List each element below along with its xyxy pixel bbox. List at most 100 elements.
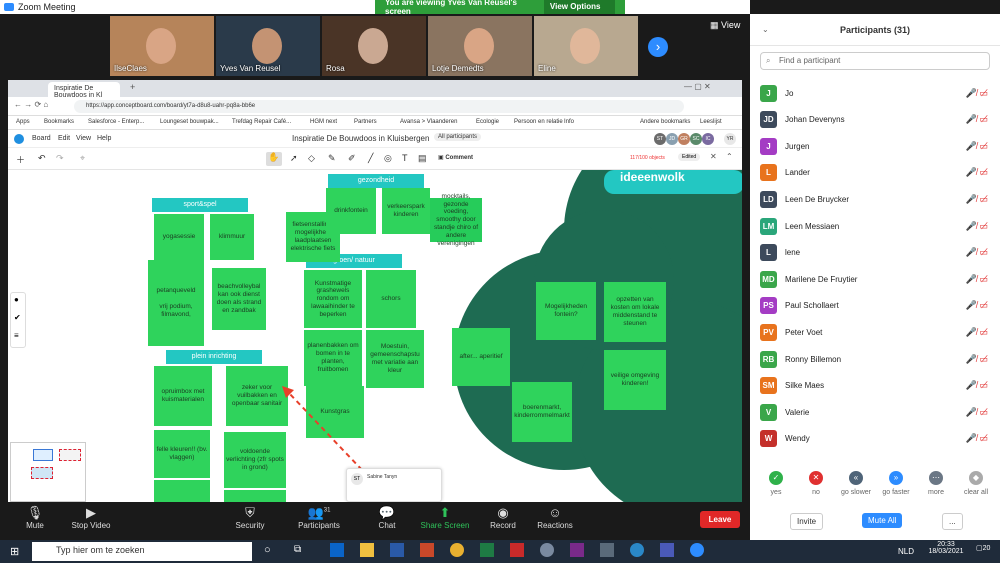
chrome-icon[interactable]	[450, 543, 464, 557]
nav-arrows-icon[interactable]: ← → ⟳ ⌂	[14, 100, 48, 109]
select-tool-icon[interactable]: ➚	[290, 153, 298, 164]
sticky-note[interactable]: opruimbox met kuismaterialen	[154, 366, 212, 426]
comment-card[interactable]: ST Sabine Tanyn	[346, 468, 442, 502]
participant-row[interactable]: LD Leen De Bruycker 🎤̸ ▭̸	[760, 186, 990, 212]
bookmark-item[interactable]: Avansa > Vlaanderen	[400, 119, 457, 125]
participant-row[interactable]: RB Ronny Billemon 🎤̸ ▭̸	[760, 346, 990, 372]
menu-view[interactable]: View	[76, 135, 91, 142]
participant-row[interactable]: JD Johan Devenyns 🎤̸ ▭̸	[760, 107, 990, 133]
powerpoint-icon[interactable]	[420, 543, 434, 557]
next-page-button[interactable]: ›	[648, 37, 668, 57]
list-icon[interactable]: ≡	[14, 331, 19, 340]
browser-tab[interactable]: Inspiratie De Bouwdoos in Kl	[48, 82, 120, 99]
video-thumb[interactable]: Rosa	[322, 16, 426, 76]
header-sport-spel[interactable]: sport&spel	[152, 198, 248, 212]
reaction-go-slower[interactable]: « go slower	[836, 471, 876, 496]
menu-board[interactable]: Board	[32, 135, 51, 142]
bookmark-item[interactable]: Leeslijst	[700, 119, 722, 125]
reactions-button[interactable]: ☺ Reactions	[520, 505, 590, 530]
add-icon[interactable]: ＋	[16, 153, 25, 166]
notification-icon[interactable]: ▢20	[976, 544, 990, 552]
sticky-note[interactable]: beachvolleybal kan ook dienst doen als s…	[212, 268, 266, 330]
security-button[interactable]: ⛨ Security	[215, 505, 285, 530]
eraser-icon[interactable]: ◇	[308, 153, 315, 164]
language-indicator[interactable]: NLD	[898, 547, 914, 556]
sticky-note[interactable]: felle kleuren!! (bv. vlaggen)	[154, 430, 210, 478]
sticky-note[interactable]: verkeerspark kinderen	[382, 188, 430, 234]
ideeenwolk-header[interactable]: ideeenwolk	[620, 170, 685, 184]
comment-button[interactable]: ▣ Comment	[438, 154, 473, 161]
participant-row[interactable]: PV Peter Voet 🎤̸ ▭̸	[760, 319, 990, 345]
avatar[interactable]: IC	[702, 133, 714, 145]
bookmark-item[interactable]: Persoon en relatie	[514, 119, 563, 125]
participant-row[interactable]: L Lander 🎤̸ ▭̸	[760, 160, 990, 186]
word-icon[interactable]	[390, 543, 404, 557]
sticky-note[interactable]: planenbakken om bomen in te planten, fru…	[304, 330, 362, 386]
line-icon[interactable]: ╱	[368, 153, 373, 164]
minimap[interactable]	[10, 442, 86, 502]
bookmark-item[interactable]: Andere bookmarks	[640, 119, 690, 125]
collapse-chevron-icon[interactable]: ⌄	[762, 25, 769, 34]
taskbar-search-input[interactable]: Typ hier om te zoeken	[32, 542, 252, 561]
bookmark-item[interactable]: Bookmarks	[44, 119, 74, 125]
board-canvas[interactable]: ideeenwolk sport&spel gezondheid groen/ …	[8, 170, 742, 502]
photos-icon[interactable]	[540, 543, 554, 557]
url-input[interactable]: https://app.conceptboard.com/board/yt7a-…	[74, 100, 684, 113]
menu-help[interactable]: Help	[97, 135, 111, 142]
shape-icon[interactable]: ◎	[384, 153, 392, 164]
bookmark-item[interactable]: Trefdag Repair Café...	[232, 119, 291, 125]
clock[interactable]: 20:33 18/03/2021	[928, 541, 964, 555]
participant-row[interactable]: Llene 🎤̸ ▭̸	[760, 240, 990, 266]
participant-row[interactable]: V Valerie 🎤̸ ▭̸	[760, 399, 990, 425]
dashed-arrow[interactable]	[278, 384, 368, 476]
reaction-go-faster[interactable]: » go faster	[876, 471, 916, 496]
sticky-note[interactable]: Mogelijkheden fontein?	[536, 282, 596, 340]
acrobat-icon[interactable]	[510, 543, 524, 557]
video-thumb[interactable]: Eline	[534, 16, 638, 76]
header-gezondheid[interactable]: gezondheid	[328, 174, 424, 188]
bookmark-item[interactable]: Partners	[354, 119, 377, 125]
mute-all-button[interactable]: Mute All	[862, 513, 903, 528]
find-participant-input[interactable]: Find a participant	[760, 52, 990, 70]
pen-icon[interactable]: ✎	[328, 153, 336, 164]
sticky-note[interactable]: mocktails, gezonde voeding, smoothy door…	[430, 193, 482, 247]
hand-tool-icon[interactable]: ✋	[266, 152, 282, 166]
sticky-note[interactable]: schors	[366, 270, 416, 328]
bookmark-item[interactable]: Ecologie	[476, 119, 499, 125]
wifi-app-icon[interactable]	[630, 543, 644, 557]
video-thumb[interactable]: IlseClaes	[110, 16, 214, 76]
avatar[interactable]: ST	[654, 133, 666, 145]
cortana-icon[interactable]: ○	[264, 544, 271, 556]
view-options-button[interactable]: View Options ⌄	[543, 0, 615, 25]
all-participants-chip[interactable]: All participants	[434, 133, 482, 141]
marker-icon[interactable]: ✐	[348, 153, 356, 164]
sticky-note[interactable]: after... aperitief	[452, 328, 510, 386]
sticky-note[interactable]: drinkfontein	[326, 188, 376, 234]
collapse-icon[interactable]: ⌃	[726, 152, 733, 161]
check-icon[interactable]: ✔	[14, 313, 21, 322]
onenote-icon[interactable]	[570, 543, 584, 557]
close-icon[interactable]: ✕	[710, 152, 717, 161]
excel-icon[interactable]	[480, 543, 494, 557]
sticky-note[interactable]: boerenmarkt, kinderrommelmarkt	[512, 382, 572, 442]
bookmark-item[interactable]: Loungeset bouwpak...	[160, 119, 219, 125]
video-thumb[interactable]: Lotje Demedts	[428, 16, 532, 76]
sticky-note[interactable]: petanqueveld vrij podium, filmavond,	[148, 260, 204, 346]
sticky-note[interactable]: Moestuin, gemeenschapstu met variatie aa…	[366, 330, 424, 388]
participant-row[interactable]: PS Paul Schollaert 🎤̸ ▭̸	[760, 293, 990, 319]
participants-button[interactable]: 👥31 Participants	[284, 505, 354, 530]
redo-icon[interactable]: ↷	[56, 153, 64, 164]
bookmark-item[interactable]: Apps	[16, 119, 30, 125]
reaction-no[interactable]: ✕ no	[796, 471, 836, 496]
participant-row[interactable]: W Wendy 🎤̸ ▭̸	[760, 426, 990, 452]
sticky-note[interactable]: Kunstmatige grashewels rondom om lawaaih…	[304, 270, 362, 328]
participant-row[interactable]: J Jo 🎤̸ ▭̸	[760, 80, 990, 106]
sticky-note[interactable]: veilige omgeving kinderen!	[604, 350, 666, 410]
windows-start-icon[interactable]: ⊞	[10, 545, 19, 558]
window-controls[interactable]: — ▢ ✕	[684, 82, 711, 91]
participant-row[interactable]: LM Leen Messiaen 🎤̸ ▭̸	[760, 213, 990, 239]
avatar[interactable]: SC	[690, 133, 702, 145]
bookmark-item[interactable]: HGM next	[310, 119, 337, 125]
stop-video-button[interactable]: ▶ Stop Video	[56, 505, 126, 530]
sticky-note[interactable]	[224, 490, 286, 502]
